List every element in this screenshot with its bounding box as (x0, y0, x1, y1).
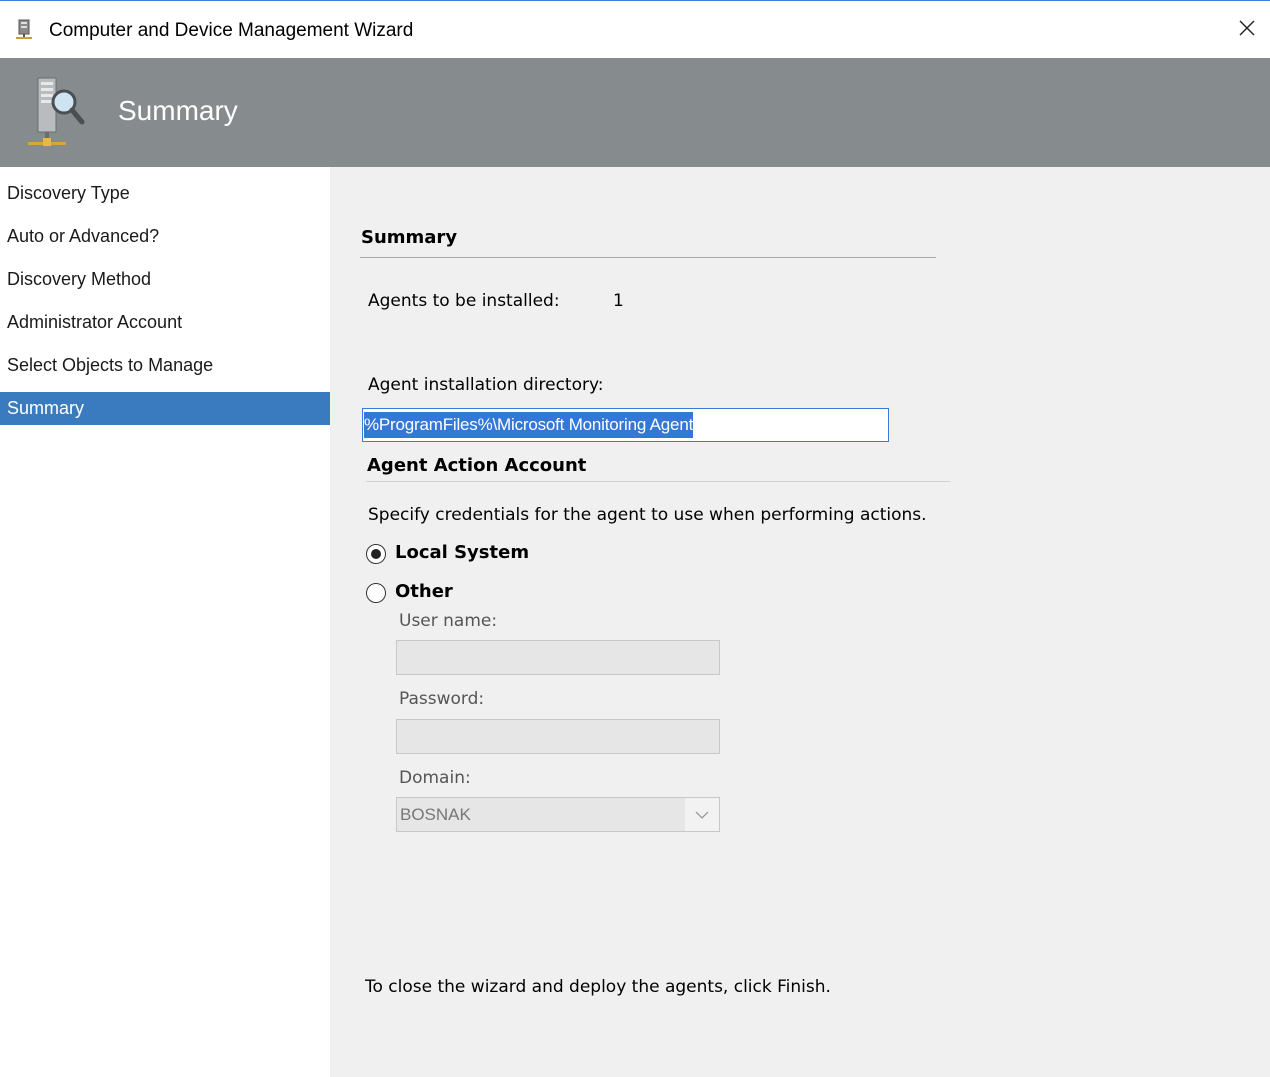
password-label: Password: (399, 689, 485, 709)
nav-item-select-objects[interactable]: Select Objects to Manage (0, 349, 330, 382)
window-title: Computer and Device Management Wizard (49, 20, 414, 41)
close-icon (1238, 19, 1256, 41)
local-system-label[interactable]: Local System (395, 542, 529, 563)
other-radio[interactable] (366, 583, 386, 603)
content-panel: Summary Agents to be installed: 1 Agent … (330, 167, 1270, 1077)
chevron-down-icon (685, 798, 719, 831)
nav-item-summary[interactable]: Summary (0, 392, 330, 425)
domain-value: BOSNAK (400, 805, 471, 824)
username-input[interactable] (396, 640, 720, 675)
server-magnifier-icon (24, 76, 94, 152)
nav-item-discovery-type[interactable]: Discovery Type (0, 177, 330, 210)
server-icon (14, 19, 34, 41)
close-button[interactable] (1224, 1, 1270, 59)
wizard-window: Computer and Device Management Wizard Su… (0, 0, 1270, 1077)
password-input[interactable] (396, 719, 720, 754)
banner-title: Summary (118, 95, 238, 126)
directory-label: Agent installation directory: (368, 375, 604, 395)
title-bar: Computer and Device Management Wizard (0, 0, 1270, 58)
action-account-heading: Agent Action Account (367, 455, 587, 476)
nav-item-auto-or-advanced[interactable]: Auto or Advanced? (0, 220, 330, 253)
domain-select[interactable]: BOSNAK (396, 797, 720, 832)
finish-instructions: To close the wizard and deploy the agent… (365, 977, 831, 997)
agents-count: 1 (613, 291, 624, 311)
header-banner: Summary (0, 58, 1270, 167)
action-account-divider (366, 481, 950, 482)
other-label[interactable]: Other (395, 581, 453, 602)
action-account-description: Specify credentials for the agent to use… (368, 505, 927, 525)
wizard-nav: Discovery Type Auto or Advanced? Discove… (0, 167, 330, 1077)
domain-label: Domain: (399, 768, 471, 788)
directory-value: %ProgramFiles%\Microsoft Monitoring Agen… (364, 412, 693, 438)
nav-item-discovery-method[interactable]: Discovery Method (0, 263, 330, 296)
summary-heading: Summary (361, 227, 458, 248)
username-label: User name: (399, 611, 498, 631)
directory-input[interactable]: %ProgramFiles%\Microsoft Monitoring Agen… (362, 408, 889, 442)
local-system-radio[interactable] (366, 544, 386, 564)
summary-divider (360, 257, 936, 258)
nav-item-administrator-account[interactable]: Administrator Account (0, 306, 330, 339)
agents-label: Agents to be installed: (368, 291, 560, 311)
